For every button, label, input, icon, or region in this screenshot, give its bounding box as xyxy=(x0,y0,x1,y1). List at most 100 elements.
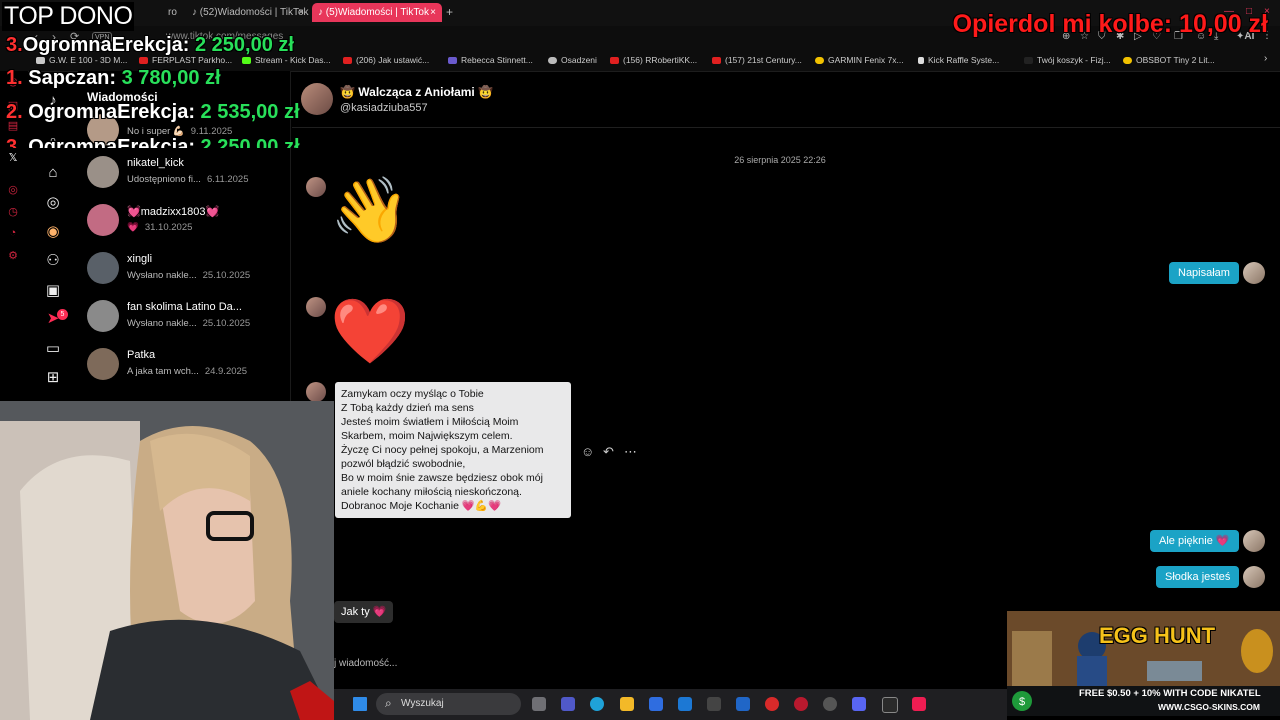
x-twitter-icon[interactable]: 𝕏 xyxy=(6,151,20,164)
file-explorer-icon[interactable] xyxy=(620,697,634,711)
received-message-poem[interactable]: Zamykam oczy myśląc o Tobie Z Tobą każdy… xyxy=(335,382,571,518)
bookmark-icon xyxy=(1123,57,1132,64)
search-icon: ⌕ xyxy=(385,696,392,710)
ad-line: FREE $0.50 + 10% WITH CODE NIKATEL xyxy=(1079,688,1261,699)
sent-message[interactable]: Ale pięknie 💗 xyxy=(1150,530,1239,552)
bookmark-item[interactable]: (156) RRobertiKK... xyxy=(610,55,697,65)
tiktok-icon: ♪ xyxy=(318,7,326,18)
bookmark-icon xyxy=(548,57,557,64)
edge-icon[interactable] xyxy=(590,697,604,711)
new-tab-button[interactable]: + xyxy=(440,3,460,22)
leaderboard-row: 1. Sapczan: 3 780,00 zł xyxy=(6,67,221,89)
avatar xyxy=(87,204,119,236)
avatar xyxy=(87,300,119,332)
rail-app-icon[interactable]: ◔ xyxy=(6,227,20,239)
avatar[interactable] xyxy=(301,83,333,115)
tiktok-icon[interactable] xyxy=(912,697,926,711)
bookmark-item[interactable]: GARMIN Fenix 7x... xyxy=(815,55,904,65)
epic-games-icon[interactable] xyxy=(882,697,898,713)
leaderboard-row: 2. OgromnaErekcja: 2 535,00 zł xyxy=(6,101,300,123)
task-view-icon[interactable] xyxy=(532,697,546,711)
live-avatar-icon[interactable]: ◉ xyxy=(42,222,64,240)
avatar xyxy=(87,348,119,380)
bookmark-icon xyxy=(1024,57,1033,64)
garmin-icon xyxy=(815,57,824,64)
upload-icon[interactable]: ⊞ xyxy=(42,368,64,386)
bookmark-item[interactable]: OBSBOT Tiny 2 Lit... xyxy=(1123,55,1215,65)
kick-icon xyxy=(242,57,251,64)
opera-gx-icon[interactable] xyxy=(794,697,808,711)
tab-messages-5[interactable]: ♪ (5)Wiadomości | TikTok × xyxy=(312,3,442,22)
avatar[interactable] xyxy=(1243,530,1265,552)
messages-icon[interactable]: ▭ xyxy=(42,339,64,357)
live-tv-icon[interactable]: ▣ xyxy=(42,281,64,299)
conversation-item[interactable]: Patka A jaka tam wch... 24.9.2025 xyxy=(78,341,290,389)
react-emoji-icon[interactable]: ☺ xyxy=(581,444,594,459)
rail-app-icon[interactable]: ◎ xyxy=(6,183,20,196)
received-message[interactable]: Jak ty 💗 xyxy=(334,601,394,623)
tab-messages-52[interactable]: ♪ (52)Wiadomości | TikTok × xyxy=(186,3,310,22)
bookmark-item[interactable]: (206) Jak ustawić... xyxy=(343,55,429,65)
app-icon[interactable] xyxy=(707,697,721,711)
youtube-icon xyxy=(610,57,619,64)
opera-icon[interactable] xyxy=(765,697,779,711)
bookmark-item[interactable]: Twój koszyk - Fizj... xyxy=(1024,55,1111,65)
conversation-item[interactable]: fan skolima Latino Da... Wysłano nakle..… xyxy=(78,293,290,341)
discord-icon[interactable] xyxy=(852,697,866,711)
bookmark-icon xyxy=(139,57,148,64)
sent-message[interactable]: Napisałam xyxy=(1169,262,1239,284)
leaderboard-row: 3. OgromnaErekcja: 2 250,00 zł xyxy=(6,136,300,148)
clock-icon[interactable]: ◷ xyxy=(6,205,20,218)
youtube-icon xyxy=(712,57,721,64)
sent-message[interactable]: Słodka jesteś xyxy=(1156,566,1240,588)
avatar xyxy=(87,252,119,284)
conversation-item[interactable]: nikatel_kick Udostępniono fi... 6.11.2025 xyxy=(78,149,290,197)
avatar[interactable] xyxy=(1243,566,1265,588)
webcam-feed xyxy=(0,401,334,720)
avatar[interactable] xyxy=(306,297,326,317)
avatar xyxy=(87,156,119,188)
explore-icon[interactable]: ◎ xyxy=(42,193,64,211)
bookmark-icon xyxy=(36,57,45,64)
teams-icon[interactable] xyxy=(561,697,575,711)
reply-icon[interactable]: ↶ xyxy=(603,444,614,460)
sponsor-ad[interactable]: $ EGG HUNT FREE $0.50 + 10% WITH CODE NI… xyxy=(1007,611,1280,716)
avatar[interactable] xyxy=(306,177,326,197)
page-icon xyxy=(918,57,924,64)
home-icon[interactable]: ⌂ xyxy=(42,164,64,181)
bookmark-item[interactable]: Rebecca Stinnett... xyxy=(448,55,533,65)
conversation-item[interactable]: xingli Wysłano nakle... 25.10.2025 xyxy=(78,245,290,293)
youtube-icon xyxy=(343,57,352,64)
windows-start-icon[interactable] xyxy=(353,697,367,711)
avatar[interactable] xyxy=(1243,262,1265,284)
steam-icon[interactable] xyxy=(823,697,837,711)
bookmark-item[interactable]: Kick Raffle Syste... xyxy=(918,55,999,65)
outlook-icon[interactable] xyxy=(678,697,692,711)
close-tab-icon[interactable]: × xyxy=(298,3,304,22)
ad-title: EGG HUNT xyxy=(1099,623,1216,648)
chat-header: 🤠 Walcząca z Aniołami 🤠 @kasiadziuba557 xyxy=(292,71,1280,128)
bookmark-item[interactable]: (157) 21st Century... xyxy=(712,55,802,65)
close-tab-icon[interactable]: × xyxy=(430,3,436,22)
more-options-icon[interactable]: ⋯ xyxy=(624,444,637,460)
chat-contact-name[interactable]: 🤠 Walcząca z Aniołami 🤠 xyxy=(340,85,493,99)
avatar[interactable] xyxy=(306,382,326,402)
heart-sticker: ❤️ xyxy=(330,295,410,367)
bookmark-item[interactable]: Osadzeni xyxy=(548,55,597,65)
taskbar-search[interactable]: ⌕ Wyszukaj xyxy=(376,693,521,715)
date-separator: 26 sierpnia 2025 22:26 xyxy=(734,155,826,165)
store-icon[interactable] xyxy=(649,697,663,711)
overlay-title: TOP DONO xyxy=(2,2,135,31)
leaderboard-row: 3.OgromnaErekcja: 2 250,00 zł xyxy=(6,34,294,56)
tiktok-icon: ♪ xyxy=(192,7,200,18)
wave-sticker: 👋 xyxy=(330,174,410,246)
tab-partial[interactable]: ro xyxy=(162,3,188,22)
notification-badge: 5 xyxy=(57,309,68,320)
app-icon[interactable] xyxy=(736,697,750,711)
conversation-item[interactable]: 💓madzixx1803💓 💗 31.10.2025 xyxy=(78,197,290,245)
following-icon[interactable]: ⚇ xyxy=(42,251,64,269)
bookmarks-overflow-icon[interactable]: › xyxy=(1264,53,1267,64)
chat-contact-username[interactable]: @kasiadziuba557 xyxy=(340,102,428,114)
settings-icon[interactable]: ⚙ xyxy=(6,249,20,262)
ad-url: WWW.CSGO-SKINS.COM xyxy=(1158,702,1260,712)
